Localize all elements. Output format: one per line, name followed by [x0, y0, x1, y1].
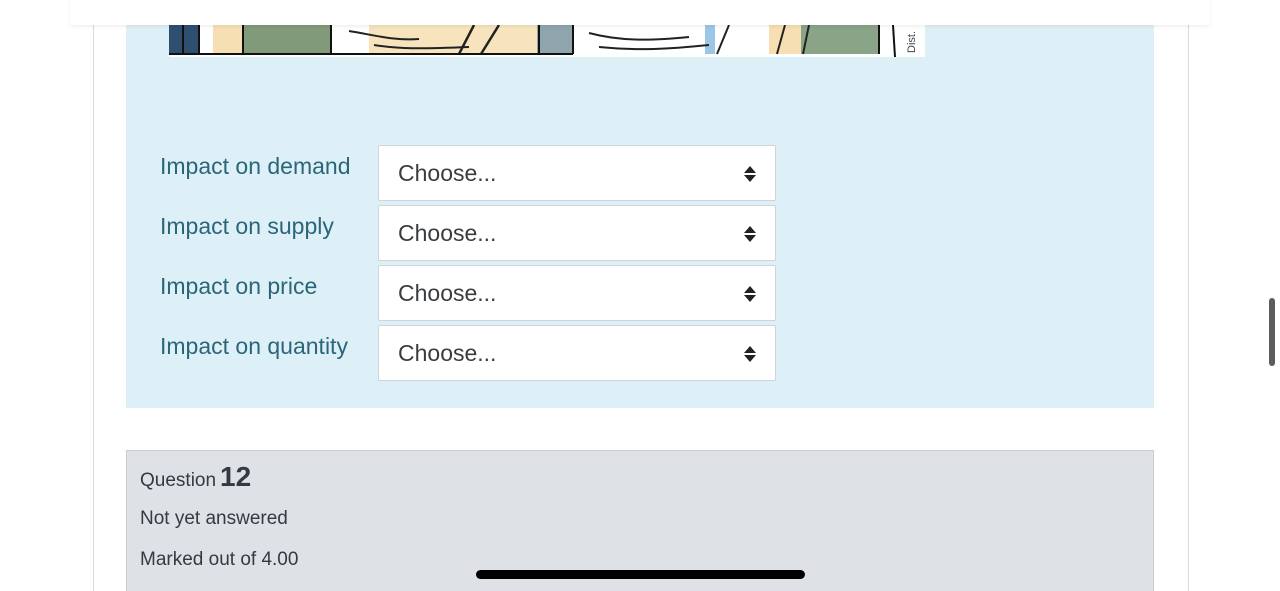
question-number-heading: Question 12 [140, 461, 251, 493]
up-down-caret-icon [744, 286, 756, 302]
up-down-caret-icon [744, 226, 756, 242]
question-marks: Marked out of 4.00 [140, 549, 299, 570]
cartoon-image: Dist. [169, 25, 925, 57]
select-value: Choose... [398, 160, 497, 186]
impact-on-supply-select[interactable]: Choose... [378, 205, 776, 261]
impact-on-supply-label: Impact on supply [160, 213, 334, 239]
impact-on-demand-select[interactable]: Choose... [378, 145, 776, 201]
select-value: Choose... [398, 280, 497, 306]
question-word: Question [140, 470, 217, 491]
up-down-caret-icon [744, 166, 756, 182]
impact-on-price-select[interactable]: Choose... [378, 265, 776, 321]
question-status: Not yet answered [140, 508, 288, 529]
question-number: 12 [220, 461, 252, 492]
impact-on-price-label: Impact on price [160, 273, 318, 299]
home-indicator[interactable] [476, 570, 805, 579]
select-value: Choose... [398, 220, 497, 246]
top-navbar-edge [70, 0, 1210, 25]
quiz-page: Dist. Impact on demand Choose... Impact … [0, 0, 1280, 591]
scrollbar-thumb[interactable] [1269, 298, 1275, 366]
cartoon-credit: Dist. [906, 31, 918, 53]
impact-on-quantity-select[interactable]: Choose... [378, 325, 776, 381]
select-value: Choose... [398, 340, 497, 366]
impact-on-quantity-label: Impact on quantity [160, 333, 348, 359]
up-down-caret-icon [744, 346, 756, 362]
impact-on-demand-label: Impact on demand [160, 153, 351, 179]
